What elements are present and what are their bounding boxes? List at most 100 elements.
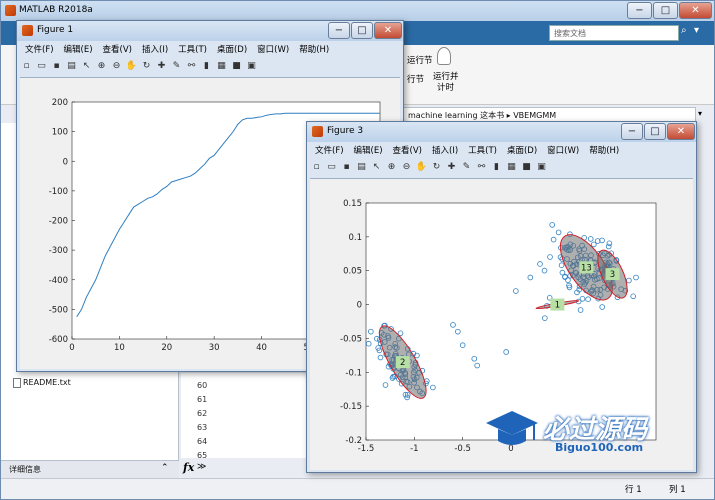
search-icon[interactable]: ⌕ xyxy=(681,25,687,36)
menu-item-0[interactable]: 文件(F) xyxy=(20,42,59,58)
status-row: 行 1 xyxy=(625,485,642,495)
menu-item-4[interactable]: 工具(T) xyxy=(173,42,212,58)
show-plot-tools-icon[interactable]: ▣ xyxy=(535,161,548,174)
matlab-titlebar[interactable]: MATLAB R2018a xyxy=(1,1,714,21)
figure3-minimize-button[interactable]: − xyxy=(621,123,643,140)
menu-item-4[interactable]: 工具(T) xyxy=(463,143,502,159)
print-icon[interactable]: ▤ xyxy=(355,161,368,174)
colorbar-icon[interactable]: ▮ xyxy=(200,60,213,73)
zoom-out-icon[interactable]: ⊖ xyxy=(400,161,413,174)
figure3-close-button[interactable]: ✕ xyxy=(667,123,695,140)
link-icon[interactable]: ⚯ xyxy=(475,161,488,174)
figure-icon xyxy=(312,126,323,137)
zoom-in-icon[interactable]: ⊕ xyxy=(95,60,108,73)
menu-item-3[interactable]: 插入(I) xyxy=(427,143,463,159)
text-file-icon xyxy=(13,378,21,388)
run-and-time-label-2[interactable]: 计时 xyxy=(437,81,454,93)
matlab-minimize-button[interactable]: − xyxy=(627,2,652,19)
y-tick-label: -600 xyxy=(49,335,68,345)
readme-file[interactable]: README.txt xyxy=(23,378,71,387)
colorbar-icon[interactable]: ▮ xyxy=(490,161,503,174)
matlab-title: MATLAB R2018a xyxy=(19,5,93,15)
pointer-icon[interactable]: ↖ xyxy=(370,161,383,174)
figure1-maximize-button[interactable]: □ xyxy=(351,22,373,39)
x-tick-label: -0.5 xyxy=(454,444,471,454)
figure1-toolbar: ▫ ▭ ▪ ▤ ↖ ⊕ ⊖ ✋ ↻ ✚ ✎ ⚯ ▮ ▦ ■ ▣ xyxy=(20,58,258,75)
cluster-label: 13 xyxy=(581,263,592,273)
rotate-icon[interactable]: ↻ xyxy=(430,161,443,174)
menu-item-6[interactable]: 窗口(W) xyxy=(252,42,294,58)
figure3-title: Figure 3 xyxy=(327,126,364,136)
link-icon[interactable]: ⚯ xyxy=(185,60,198,73)
line-number: 60 xyxy=(197,381,208,390)
pan-icon[interactable]: ✋ xyxy=(125,60,138,73)
line-number: 64 xyxy=(197,437,208,446)
menu-item-5[interactable]: 桌面(D) xyxy=(502,143,542,159)
y-tick-label: -500 xyxy=(49,305,68,315)
data-cursor-icon[interactable]: ✚ xyxy=(445,161,458,174)
menu-item-2[interactable]: 查看(V) xyxy=(388,143,427,159)
zoom-in-icon[interactable]: ⊕ xyxy=(385,161,398,174)
details-panel-header[interactable]: 详细信息 xyxy=(1,460,179,478)
cluster-label: 3 xyxy=(610,270,615,280)
x-tick-label: -1 xyxy=(410,444,418,454)
line-number: 65 xyxy=(197,451,208,460)
y-tick-label: -0.15 xyxy=(340,402,362,412)
menu-item-1[interactable]: 编辑(E) xyxy=(59,42,98,58)
new-file-icon[interactable]: ▫ xyxy=(20,60,33,73)
data-cursor-icon[interactable]: ✚ xyxy=(155,60,168,73)
menu-item-1[interactable]: 编辑(E) xyxy=(349,143,388,159)
matlab-maximize-button[interactable]: □ xyxy=(653,2,678,19)
y-tick-label: -100 xyxy=(49,187,68,197)
brush-icon[interactable]: ✎ xyxy=(170,60,183,73)
run-section-label[interactable]: 运行节 xyxy=(407,54,433,66)
ribbon-collapse-icon[interactable]: ▾ xyxy=(694,25,699,36)
y-tick-label: 0 xyxy=(357,301,362,311)
menu-item-5[interactable]: 桌面(D) xyxy=(212,42,252,58)
hide-plot-tools-icon[interactable]: ■ xyxy=(520,161,533,174)
menu-item-2[interactable]: 查看(V) xyxy=(98,42,137,58)
y-tick-label: -0.1 xyxy=(345,368,362,378)
figure3-menubar: 文件(F) 编辑(E) 查看(V) 插入(I) 工具(T) 桌面(D) 窗口(W) 帮助(H) xyxy=(310,143,624,159)
figure3-toolbar: ▫ ▭ ▪ ▤ ↖ ⊕ ⊖ ✋ ↻ ✚ ✎ ⚯ ▮ ▦ ■ ▣ xyxy=(310,159,548,176)
hide-plot-tools-icon[interactable]: ■ xyxy=(230,60,243,73)
menu-item-7[interactable]: 帮助(H) xyxy=(584,143,624,159)
open-file-icon[interactable]: ▭ xyxy=(325,161,338,174)
figure1-minimize-button[interactable]: − xyxy=(328,22,350,39)
new-file-icon[interactable]: ▫ xyxy=(310,161,323,174)
advance-label[interactable]: 行节 xyxy=(407,73,424,85)
menu-item-0[interactable]: 文件(F) xyxy=(310,143,349,159)
open-file-icon[interactable]: ▭ xyxy=(35,60,48,73)
y-tick-label: 0.05 xyxy=(343,267,362,277)
pan-icon[interactable]: ✋ xyxy=(415,161,428,174)
menu-item-7[interactable]: 帮助(H) xyxy=(294,42,334,58)
figure3-maximize-button[interactable]: □ xyxy=(644,123,666,140)
rotate-icon[interactable]: ↻ xyxy=(140,60,153,73)
run-and-time-icon[interactable] xyxy=(437,47,451,65)
show-plot-tools-icon[interactable]: ▣ xyxy=(245,60,258,73)
y-tick-label: 0 xyxy=(63,157,68,167)
zoom-out-icon[interactable]: ⊖ xyxy=(110,60,123,73)
menu-item-3[interactable]: 插入(I) xyxy=(137,42,173,58)
cluster-label: 2 xyxy=(400,358,405,368)
print-icon[interactable]: ▤ xyxy=(65,60,78,73)
pointer-icon[interactable]: ↖ xyxy=(80,60,93,73)
x-tick-label: 10 xyxy=(114,343,125,353)
search-documentation-input[interactable]: 搜索文档 xyxy=(549,25,679,41)
details-expand-icon[interactable]: ⌃ xyxy=(161,463,169,473)
y-tick-label: -200 xyxy=(49,217,68,227)
matlab-close-button[interactable]: ✕ xyxy=(679,2,712,19)
legend-icon[interactable]: ▦ xyxy=(215,60,228,73)
save-icon[interactable]: ▪ xyxy=(340,161,353,174)
y-tick-label: -400 xyxy=(49,276,68,286)
path-dropdown-icon[interactable]: ▾ xyxy=(698,109,702,118)
brush-icon[interactable]: ✎ xyxy=(460,161,473,174)
legend-icon[interactable]: ▦ xyxy=(505,161,518,174)
line-number: 62 xyxy=(197,409,208,418)
figure-icon xyxy=(22,25,33,36)
menu-item-6[interactable]: 窗口(W) xyxy=(542,143,584,159)
command-prompt-icon[interactable]: ≫ xyxy=(197,462,206,472)
figure1-close-button[interactable]: ✕ xyxy=(374,22,402,39)
y-tick-label: 0.15 xyxy=(343,199,362,209)
save-icon[interactable]: ▪ xyxy=(50,60,63,73)
